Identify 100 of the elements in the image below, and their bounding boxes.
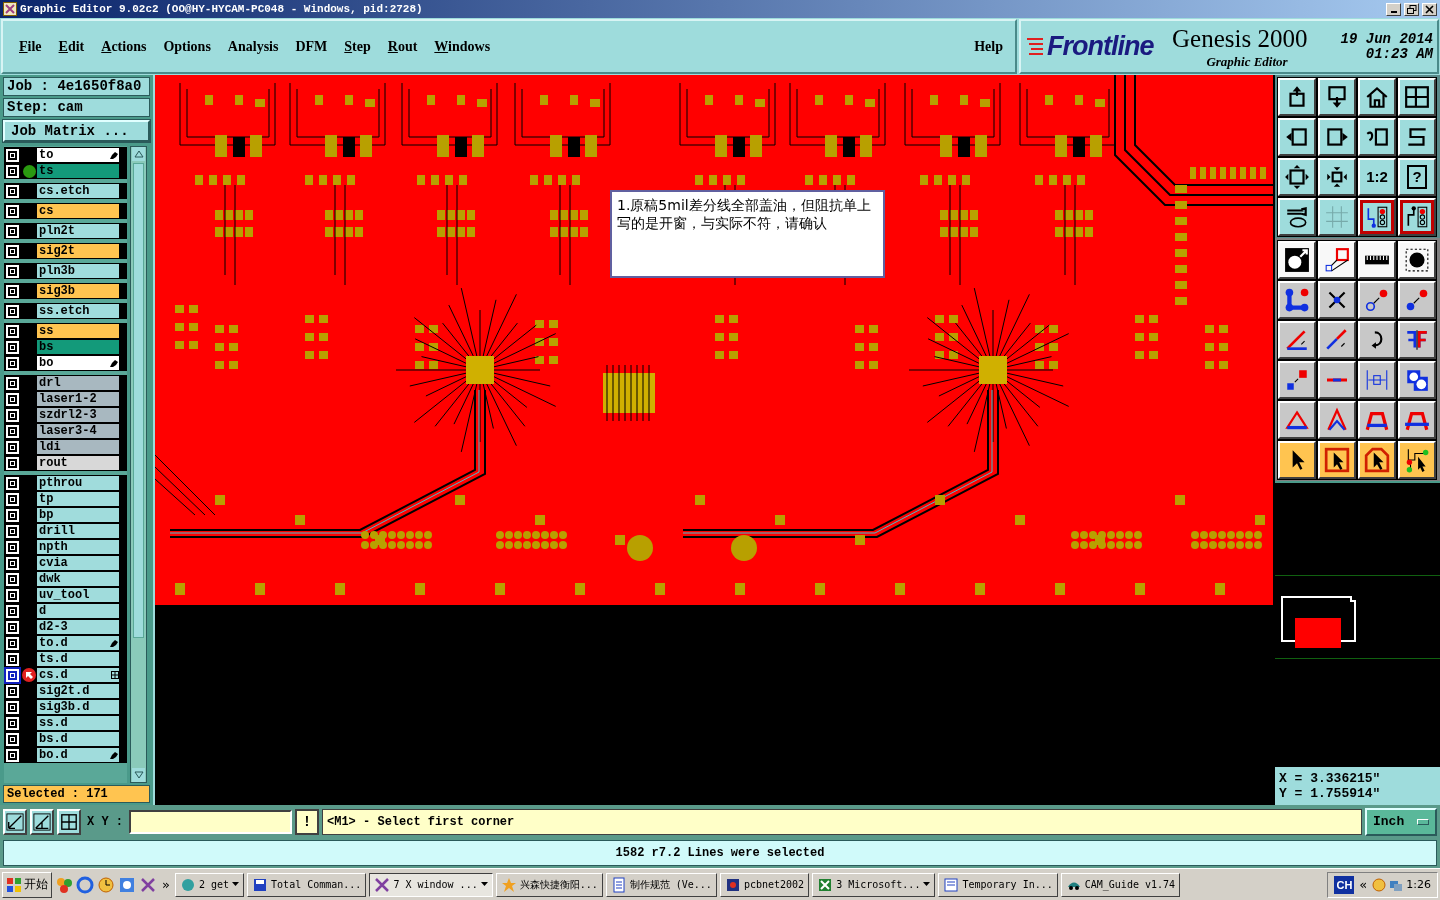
tool-button[interactable] — [1278, 78, 1316, 116]
tool-button[interactable] — [1318, 321, 1356, 359]
tool-button[interactable] — [1398, 241, 1436, 279]
layer-checkbox[interactable] — [6, 284, 19, 298]
layer-checkbox[interactable] — [6, 148, 19, 162]
layer-checkbox[interactable] — [6, 224, 19, 238]
layer-name[interactable]: bo — [37, 356, 119, 370]
tool-button[interactable] — [1278, 118, 1316, 156]
layer-checkbox[interactable] — [6, 356, 19, 370]
close-button[interactable] — [1422, 2, 1437, 16]
layer-name[interactable]: ts — [37, 164, 119, 178]
layer-checkbox[interactable] — [6, 524, 19, 538]
cross-icon[interactable] — [139, 875, 157, 894]
layer-checkbox[interactable] — [6, 620, 19, 634]
layer-checkbox[interactable] — [6, 748, 19, 762]
layer-checkbox[interactable] — [6, 408, 19, 422]
layer-name[interactable]: cs — [37, 204, 119, 218]
menu-item[interactable]: Edit — [58, 38, 85, 55]
tool-button[interactable] — [1318, 401, 1356, 439]
layer-checkbox[interactable] — [6, 376, 19, 390]
layer-checkbox[interactable] — [6, 508, 19, 522]
layer-checkbox[interactable] — [6, 456, 19, 470]
layer-checkbox[interactable] — [6, 732, 19, 746]
tool-button[interactable] — [1278, 361, 1316, 399]
tool-button[interactable] — [1278, 198, 1316, 236]
layer-name[interactable]: d — [37, 604, 119, 618]
layer-checkbox[interactable] — [6, 588, 19, 602]
layer-name[interactable]: drill — [37, 524, 119, 538]
menu-item[interactable]: Windows — [434, 38, 491, 55]
taskbar-button[interactable]: 7 X window ... — [369, 872, 493, 897]
snap-button[interactable] — [57, 808, 81, 835]
layer-name[interactable]: sig2t.d — [37, 684, 119, 698]
tool-button[interactable]: ? — [1398, 158, 1436, 196]
tool-button[interactable] — [1398, 118, 1436, 156]
layer-name[interactable]: tp — [37, 492, 119, 506]
taskbar-button[interactable]: 制作规范 (Ve... — [605, 872, 717, 897]
layer-name[interactable]: cvia — [37, 556, 119, 570]
layer-name[interactable]: uv_tool — [37, 588, 119, 602]
scroll-down-icon[interactable] — [133, 771, 144, 779]
layer-name[interactable]: sig3b — [37, 284, 119, 298]
alert-button[interactable]: ! — [295, 808, 319, 835]
tool-button[interactable] — [1358, 321, 1396, 359]
tool-button[interactable] — [1278, 401, 1316, 439]
layer-name[interactable]: sig3b.d — [37, 700, 119, 714]
tool-button[interactable] — [1398, 441, 1436, 479]
layer-name[interactable]: laser1-2 — [37, 392, 119, 406]
job-matrix-button[interactable]: Job Matrix ... — [3, 120, 150, 142]
layer-name[interactable]: szdrl2-3 — [37, 408, 119, 422]
taskbar-button[interactable]: 兴森快捷衡阳... — [495, 872, 603, 897]
layer-checkbox[interactable] — [6, 604, 19, 618]
more-chevron[interactable]: » — [160, 877, 172, 892]
layer-checkbox[interactable] — [6, 476, 19, 490]
layer-checkbox[interactable] — [6, 340, 19, 354]
layer-checkbox[interactable] — [6, 304, 19, 318]
menu-item[interactable]: DFM — [295, 38, 328, 55]
tool-button[interactable] — [1358, 361, 1396, 399]
tray-expand-button[interactable]: « — [1357, 877, 1370, 892]
layer-name[interactable]: laser3-4 — [37, 424, 119, 438]
taskbar-button[interactable]: CAM_Guide v1.74 — [1060, 872, 1181, 897]
layer-checkbox[interactable] — [6, 264, 19, 278]
tool-button[interactable] — [1278, 281, 1316, 319]
layer-checkbox[interactable] — [6, 392, 19, 406]
menu-item[interactable]: Analysis — [227, 38, 279, 55]
scroll-bar[interactable] — [130, 146, 147, 783]
layer-name[interactable]: bp — [37, 508, 119, 522]
menu-item[interactable]: Rout — [387, 38, 418, 55]
taskbar-button[interactable]: 2 get — [174, 872, 245, 897]
layer-checkbox[interactable] — [6, 540, 19, 554]
browser-icon[interactable] — [76, 875, 94, 894]
restore-button[interactable] — [1404, 2, 1419, 16]
xy-input-field[interactable] — [129, 809, 292, 834]
layer-checkbox[interactable] — [6, 324, 19, 338]
layer-name[interactable]: ss — [37, 324, 119, 338]
globe-icon[interactable] — [118, 875, 136, 894]
tool-button[interactable] — [1358, 401, 1396, 439]
menu-item[interactable]: Step — [344, 38, 371, 55]
tool-button[interactable] — [1358, 118, 1396, 156]
clock-icon[interactable] — [97, 875, 115, 894]
layer-name[interactable]: pln3b — [37, 264, 119, 278]
layer-name[interactable]: sig2t — [37, 244, 119, 258]
layer-name[interactable]: dwk — [37, 572, 119, 586]
layer-name[interactable]: pln2t — [37, 224, 119, 238]
layer-name[interactable]: cs.d — [37, 668, 119, 682]
layer-name[interactable]: bs — [37, 340, 119, 354]
tool-button[interactable] — [1358, 441, 1396, 479]
layer-checkbox[interactable] — [6, 668, 19, 682]
layer-name[interactable]: ldi — [37, 440, 119, 454]
layer-name[interactable]: cs.etch — [37, 184, 119, 198]
tool-button[interactable] — [1318, 78, 1356, 116]
layer-name[interactable]: drl — [37, 376, 119, 390]
layer-checkbox[interactable] — [6, 204, 19, 218]
layer-name[interactable]: bo.d — [37, 748, 119, 762]
tool-button[interactable] — [1358, 198, 1396, 236]
bubbles-icon[interactable] — [55, 875, 73, 894]
layer-checkbox[interactable] — [6, 716, 19, 730]
tool-button[interactable] — [1398, 198, 1436, 236]
layer-checkbox[interactable] — [6, 556, 19, 570]
tool-button[interactable] — [1398, 401, 1436, 439]
taskbar-button[interactable]: 3 Microsoft... — [812, 872, 936, 897]
layer-name[interactable]: d2-3 — [37, 620, 119, 634]
